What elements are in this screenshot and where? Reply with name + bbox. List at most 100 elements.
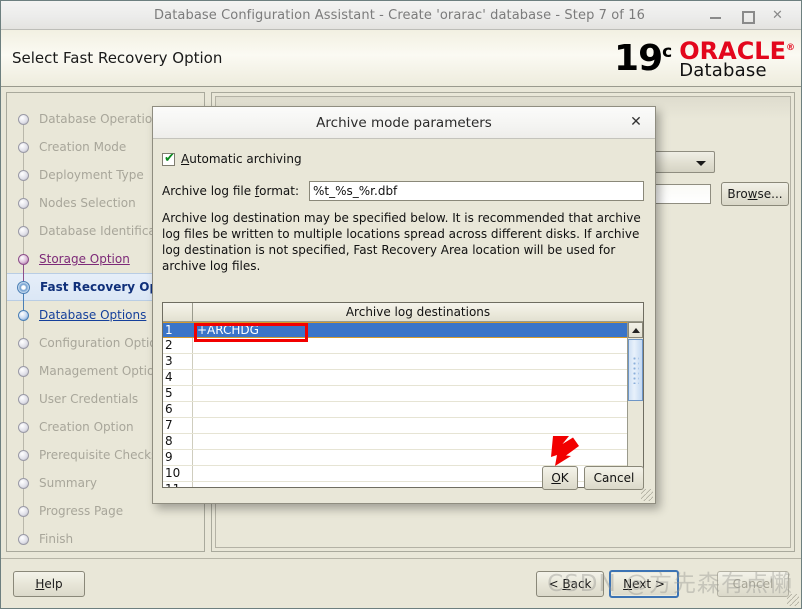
dialog-ok-label: OK bbox=[551, 471, 569, 485]
table-row[interactable]: 2 bbox=[163, 338, 627, 354]
step-bullet-icon bbox=[18, 449, 29, 461]
table-row-number: 2 bbox=[163, 338, 193, 353]
maximize-icon[interactable] bbox=[739, 8, 755, 24]
table-row-number: 6 bbox=[163, 402, 193, 417]
browse-button[interactable]: Browse... bbox=[721, 182, 789, 206]
sidebar-item-label: Prerequisite Checks bbox=[39, 448, 158, 462]
dialog-cancel-label: Cancel bbox=[593, 471, 635, 485]
sidebar-item-label: Database Options bbox=[39, 308, 147, 322]
step-bullet-icon bbox=[18, 533, 29, 545]
table-row[interactable]: 7 bbox=[163, 418, 627, 434]
step-bullet-icon bbox=[18, 113, 29, 125]
step-bullet-icon bbox=[18, 253, 29, 265]
step-bullet-icon bbox=[18, 477, 29, 489]
dialog-resize-grip-icon[interactable] bbox=[641, 489, 653, 501]
logo-brand: ORACLE® bbox=[679, 36, 795, 65]
table-row[interactable]: 3 bbox=[163, 354, 627, 370]
step-bullet-icon bbox=[18, 365, 29, 377]
table-row[interactable]: 4 bbox=[163, 370, 627, 386]
sidebar-item-label: Deployment Type bbox=[39, 168, 144, 182]
table-row-number: 5 bbox=[163, 386, 193, 401]
table-cell-destination[interactable] bbox=[193, 338, 627, 353]
annotation-red-arrow bbox=[551, 436, 579, 466]
dialog-body: Automatic archiving Archive log file for… bbox=[153, 139, 655, 503]
sidebar-item-label: User Credentials bbox=[39, 392, 139, 406]
help-button-label: Help bbox=[35, 577, 63, 591]
sidebar-item-label: Creation Option bbox=[39, 420, 134, 434]
next-button-label: Next > bbox=[623, 577, 665, 591]
archive-mode-parameters-dialog: Archive mode parameters ✕ Automatic arch… bbox=[152, 106, 656, 504]
table-row-number: 3 bbox=[163, 354, 193, 369]
archive-log-format-input[interactable]: %t_%s_%r.dbf bbox=[309, 181, 644, 201]
table-row-number: 11 bbox=[163, 482, 193, 487]
step-bullet-icon bbox=[18, 169, 29, 181]
resize-grip-icon[interactable] bbox=[787, 594, 799, 606]
step-bullet-icon bbox=[18, 421, 29, 433]
step-bullet-icon bbox=[18, 393, 29, 405]
table-row-number: 8 bbox=[163, 434, 193, 449]
archive-log-format-row: Archive log file format: %t_%s_%r.dbf bbox=[162, 181, 644, 201]
sidebar-item-label: Nodes Selection bbox=[39, 196, 136, 210]
page-title: Select Fast Recovery Option bbox=[12, 49, 223, 67]
sidebar-item-finish: Finish bbox=[7, 525, 204, 553]
automatic-archiving-checkbox[interactable] bbox=[162, 151, 176, 166]
table-cell-destination[interactable] bbox=[193, 354, 627, 369]
sidebar-item-label: Storage Option bbox=[39, 252, 130, 266]
automatic-archiving-label: Automatic archiving bbox=[181, 152, 302, 166]
step-bullet-icon bbox=[18, 141, 29, 153]
page-header: Select Fast Recovery Option 19c ORACLE® … bbox=[1, 30, 801, 87]
table-row[interactable]: 1 +ARCHDG bbox=[163, 322, 627, 338]
step-bullet-icon bbox=[18, 225, 29, 237]
minimize-icon[interactable] bbox=[708, 8, 723, 23]
back-button[interactable]: < Back bbox=[536, 571, 604, 597]
table-cell-destination[interactable]: +ARCHDG bbox=[193, 323, 627, 337]
logo-version: 19c bbox=[614, 38, 673, 79]
oracle-database-logo: 19c ORACLE® Database bbox=[614, 33, 795, 85]
dialog-title: Archive mode parameters bbox=[316, 114, 492, 131]
table-row-number: 9 bbox=[163, 450, 193, 465]
automatic-archiving-checkbox-row[interactable]: Automatic archiving bbox=[162, 151, 302, 166]
sidebar-item-label: Progress Page bbox=[39, 504, 124, 518]
chevron-down-icon bbox=[696, 161, 706, 166]
cancel-button[interactable]: Cancel bbox=[717, 571, 789, 597]
sidebar-item-label: Creation Mode bbox=[39, 140, 127, 154]
window-controls: ✕ bbox=[708, 8, 801, 24]
table-row-number: 7 bbox=[163, 418, 193, 433]
scroll-up-icon[interactable] bbox=[628, 322, 643, 338]
table-row-number: 4 bbox=[163, 370, 193, 385]
browse-button-label: Browse... bbox=[727, 187, 783, 201]
sidebar-item-label: Database Operation bbox=[39, 112, 160, 126]
step-bullet-icon bbox=[18, 505, 29, 517]
table-scrollbar[interactable] bbox=[627, 322, 643, 487]
help-button[interactable]: Help bbox=[13, 571, 85, 597]
table-row-number: 10 bbox=[163, 466, 193, 481]
table-row[interactable]: 6 bbox=[163, 402, 627, 418]
window-titlebar: Database Configuration Assistant - Creat… bbox=[1, 1, 801, 30]
table-header-destinations: Archive log destinations bbox=[345, 305, 491, 319]
window-title: Database Configuration Assistant - Creat… bbox=[154, 7, 645, 23]
table-cell-destination[interactable] bbox=[193, 370, 627, 385]
step-bullet-icon bbox=[18, 309, 29, 321]
table-row[interactable]: 5 bbox=[163, 386, 627, 402]
dialog-titlebar: Archive mode parameters ✕ bbox=[153, 107, 655, 139]
dialog-cancel-button[interactable]: Cancel bbox=[584, 466, 644, 490]
sidebar-item-label: Management Options bbox=[39, 364, 169, 378]
table-cell-destination[interactable] bbox=[193, 386, 627, 401]
close-icon[interactable]: ✕ bbox=[770, 8, 785, 23]
dbca-window: Database Configuration Assistant - Creat… bbox=[0, 0, 802, 609]
back-button-label: < Back bbox=[548, 577, 592, 591]
cancel-button-label: Cancel bbox=[732, 577, 774, 591]
dialog-description: Archive log destination may be specified… bbox=[162, 211, 641, 273]
scrollbar-thumb[interactable] bbox=[628, 339, 643, 401]
footer-bar: Help < Back Next > Cancel bbox=[1, 558, 801, 608]
archive-log-format-label: Archive log file format: bbox=[162, 184, 300, 198]
sidebar-item-label: Configuration Options bbox=[39, 336, 171, 350]
table-cell-destination[interactable] bbox=[193, 418, 627, 433]
table-header-row: Archive log destinations bbox=[163, 303, 643, 322]
dialog-close-icon[interactable]: ✕ bbox=[628, 115, 644, 131]
table-cell-destination[interactable] bbox=[193, 402, 627, 417]
next-button[interactable]: Next > bbox=[609, 570, 679, 598]
step-bullet-icon bbox=[18, 337, 29, 349]
step-bullet-icon bbox=[18, 197, 29, 209]
sidebar-item-label: Finish bbox=[39, 532, 74, 546]
